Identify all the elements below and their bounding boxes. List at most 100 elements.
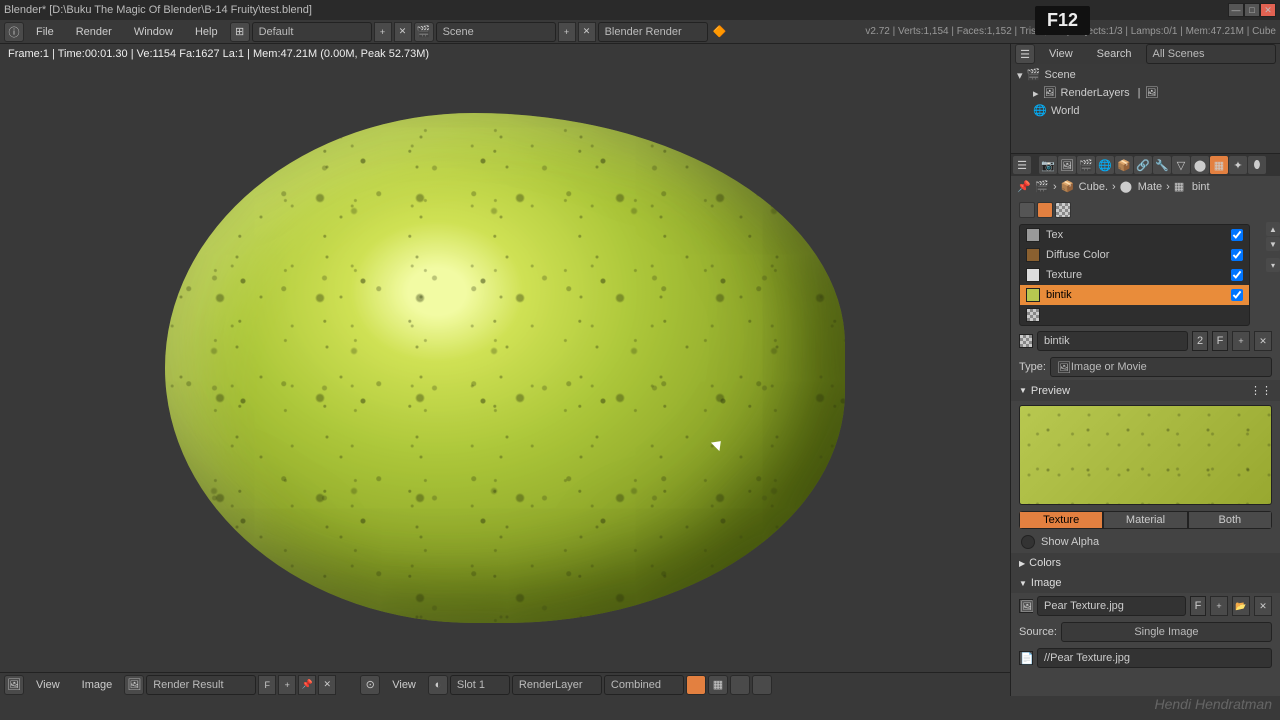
particles-tab-icon[interactable]: ✦ bbox=[1229, 156, 1247, 174]
pin-icon[interactable]: 📌 bbox=[1017, 180, 1031, 194]
outliner-editor-icon[interactable]: ☰ bbox=[1015, 44, 1035, 64]
scene-remove-button[interactable]: ✕ bbox=[578, 22, 596, 42]
tree-renderlayers[interactable]: ▸ 🖼 RenderLayers | 🖼 bbox=[1013, 84, 1278, 102]
image-unlink-button[interactable]: ✕ bbox=[1254, 596, 1272, 616]
slot-dropdown[interactable]: Slot 1 bbox=[450, 675, 510, 695]
physics-tab-icon[interactable]: ⬮ bbox=[1248, 156, 1266, 174]
texture-browse-icon[interactable] bbox=[1019, 334, 1033, 348]
renderlayer-dropdown[interactable]: RenderLayer bbox=[512, 675, 602, 695]
outliner-view-menu[interactable]: View bbox=[1039, 44, 1083, 64]
preview-both-tab[interactable]: Both bbox=[1188, 511, 1272, 529]
maximize-button[interactable]: □ bbox=[1244, 3, 1260, 17]
texture-slot[interactable]: Texture bbox=[1020, 265, 1249, 285]
preview-texture-tab[interactable]: Texture bbox=[1019, 511, 1103, 529]
slot-move-down-button[interactable]: ▼ bbox=[1266, 237, 1280, 251]
image-path-input[interactable]: //Pear Texture.jpg bbox=[1037, 648, 1272, 668]
image-dropdown[interactable]: Render Result bbox=[146, 675, 256, 695]
expand-icon[interactable]: ▸ bbox=[1033, 87, 1039, 100]
image-add-button-2[interactable]: + bbox=[1210, 596, 1228, 616]
image-menu[interactable]: Image bbox=[72, 675, 123, 695]
constraints-tab-icon[interactable]: 🔗 bbox=[1134, 156, 1152, 174]
image-browse-icon[interactable]: 🖼 bbox=[124, 675, 144, 695]
pass-dropdown[interactable]: Combined bbox=[604, 675, 684, 695]
editor-type-icon[interactable]: ⓘ bbox=[4, 22, 24, 42]
world-texture-icon[interactable] bbox=[1019, 202, 1035, 218]
render-viewport[interactable] bbox=[4, 68, 1006, 668]
outliner-filter-dropdown[interactable]: All Scenes bbox=[1146, 44, 1276, 64]
panel-drag-icon[interactable]: ⋮⋮ bbox=[1250, 384, 1272, 397]
editor-type-selector[interactable]: 🖼 bbox=[4, 675, 24, 695]
tree-world[interactable]: 🌐 World bbox=[1013, 102, 1278, 120]
texture-slot-selected[interactable]: bintik bbox=[1020, 285, 1249, 305]
channel-bw-icon[interactable] bbox=[730, 675, 750, 695]
scene-icon[interactable]: 🎬 bbox=[414, 22, 434, 42]
bc-material[interactable]: Mate bbox=[1138, 181, 1162, 193]
image-pin-icon[interactable]: 📌 bbox=[298, 675, 316, 695]
image-panel-header[interactable]: ▼ Image bbox=[1011, 573, 1280, 593]
expand-icon[interactable]: ▾ bbox=[1017, 69, 1023, 82]
render-menu[interactable]: Render bbox=[66, 22, 122, 42]
channel-zbuf-icon[interactable] bbox=[752, 675, 772, 695]
layout-dropdown[interactable]: Default bbox=[252, 22, 372, 42]
object-tab-icon[interactable]: 📦 bbox=[1115, 156, 1133, 174]
image-remove-button[interactable]: ✕ bbox=[318, 675, 336, 695]
pivot-icon[interactable]: ⊙ bbox=[360, 675, 380, 695]
renderlayer-item-icon[interactable]: 🖼 bbox=[1144, 86, 1158, 100]
renderlayers-tab-icon[interactable]: 🖼 bbox=[1058, 156, 1076, 174]
texture-name-input[interactable]: bintik bbox=[1037, 331, 1188, 351]
render-tab-icon[interactable]: 📷 bbox=[1039, 156, 1057, 174]
editor-type-icon[interactable]: ☰ bbox=[1013, 156, 1031, 174]
scene-tab-icon[interactable]: 🎬 bbox=[1077, 156, 1095, 174]
tree-scene[interactable]: ▾ 🎬 Scene bbox=[1013, 66, 1278, 84]
slot-specials-button[interactable]: ▾ bbox=[1266, 258, 1280, 272]
outliner-search-menu[interactable]: Search bbox=[1087, 44, 1142, 64]
image-name-input[interactable]: Pear Texture.jpg bbox=[1037, 596, 1186, 616]
bc-cube[interactable]: Cube. bbox=[1079, 181, 1108, 193]
image-add-button[interactable]: + bbox=[278, 675, 296, 695]
file-menu[interactable]: File bbox=[26, 22, 64, 42]
minimize-button[interactable]: — bbox=[1228, 3, 1244, 17]
help-menu[interactable]: Help bbox=[185, 22, 228, 42]
brush-texture-icon[interactable] bbox=[1055, 202, 1071, 218]
texture-slot[interactable]: Diffuse Color bbox=[1020, 245, 1249, 265]
data-tab-icon[interactable]: ▽ bbox=[1172, 156, 1190, 174]
channel-rgb-icon[interactable]: ▦ bbox=[708, 675, 728, 695]
texture-enable-checkbox[interactable] bbox=[1231, 269, 1243, 281]
texture-enable-checkbox[interactable] bbox=[1231, 249, 1243, 261]
layout-add-button[interactable]: + bbox=[374, 22, 392, 42]
texture-enable-checkbox[interactable] bbox=[1231, 229, 1243, 241]
image-browse-icon[interactable]: 🖼 bbox=[1019, 599, 1033, 613]
scene-add-button[interactable]: + bbox=[558, 22, 576, 42]
image-source-dropdown[interactable]: Single Image bbox=[1061, 622, 1272, 642]
view-menu[interactable]: View bbox=[26, 675, 70, 695]
window-menu[interactable]: Window bbox=[124, 22, 183, 42]
texture-slot[interactable]: Tex bbox=[1020, 225, 1249, 245]
layout-remove-button[interactable]: ✕ bbox=[394, 22, 412, 42]
texture-tab-icon[interactable]: ▦ bbox=[1210, 156, 1228, 174]
texture-slot-empty[interactable] bbox=[1020, 305, 1249, 325]
scene-dropdown[interactable]: Scene bbox=[436, 22, 556, 42]
bc-texture[interactable]: bint bbox=[1192, 181, 1210, 193]
preview-material-tab[interactable]: Material bbox=[1103, 511, 1187, 529]
preview-panel-header[interactable]: ▼ Preview ⋮⋮ bbox=[1011, 380, 1280, 401]
material-tab-icon[interactable]: ⬤ bbox=[1191, 156, 1209, 174]
close-button[interactable]: ✕ bbox=[1260, 3, 1276, 17]
view-menu-2[interactable]: View bbox=[382, 675, 426, 695]
back-to-previous-icon[interactable]: ⊞ bbox=[230, 22, 250, 42]
render-engine-dropdown[interactable]: Blender Render bbox=[598, 22, 708, 42]
outliner-tree[interactable]: ▾ 🎬 Scene ▸ 🖼 RenderLayers | 🖼 🌐 World bbox=[1011, 64, 1280, 153]
image-fake-user-button[interactable]: F bbox=[1190, 596, 1206, 616]
texture-add-button[interactable]: + bbox=[1232, 331, 1250, 351]
texture-unlink-button[interactable]: ✕ bbox=[1254, 331, 1272, 351]
texture-slot-list[interactable]: Tex Diffuse Color Texture bbox=[1019, 224, 1250, 326]
modifiers-tab-icon[interactable]: 🔧 bbox=[1153, 156, 1171, 174]
colors-panel-header[interactable]: ▶ Colors bbox=[1011, 553, 1280, 573]
channel-rgba-icon[interactable] bbox=[686, 675, 706, 695]
image-f-button[interactable]: F bbox=[258, 675, 276, 695]
display-mode-icon[interactable]: ◐ bbox=[428, 675, 448, 695]
texture-fake-user-button[interactable]: F bbox=[1212, 331, 1228, 351]
show-alpha-checkbox[interactable] bbox=[1021, 535, 1035, 549]
image-open-button[interactable]: 📂 bbox=[1232, 596, 1250, 616]
texture-enable-checkbox[interactable] bbox=[1231, 289, 1243, 301]
texture-type-dropdown[interactable]: 🖼 Image or Movie bbox=[1050, 357, 1272, 377]
